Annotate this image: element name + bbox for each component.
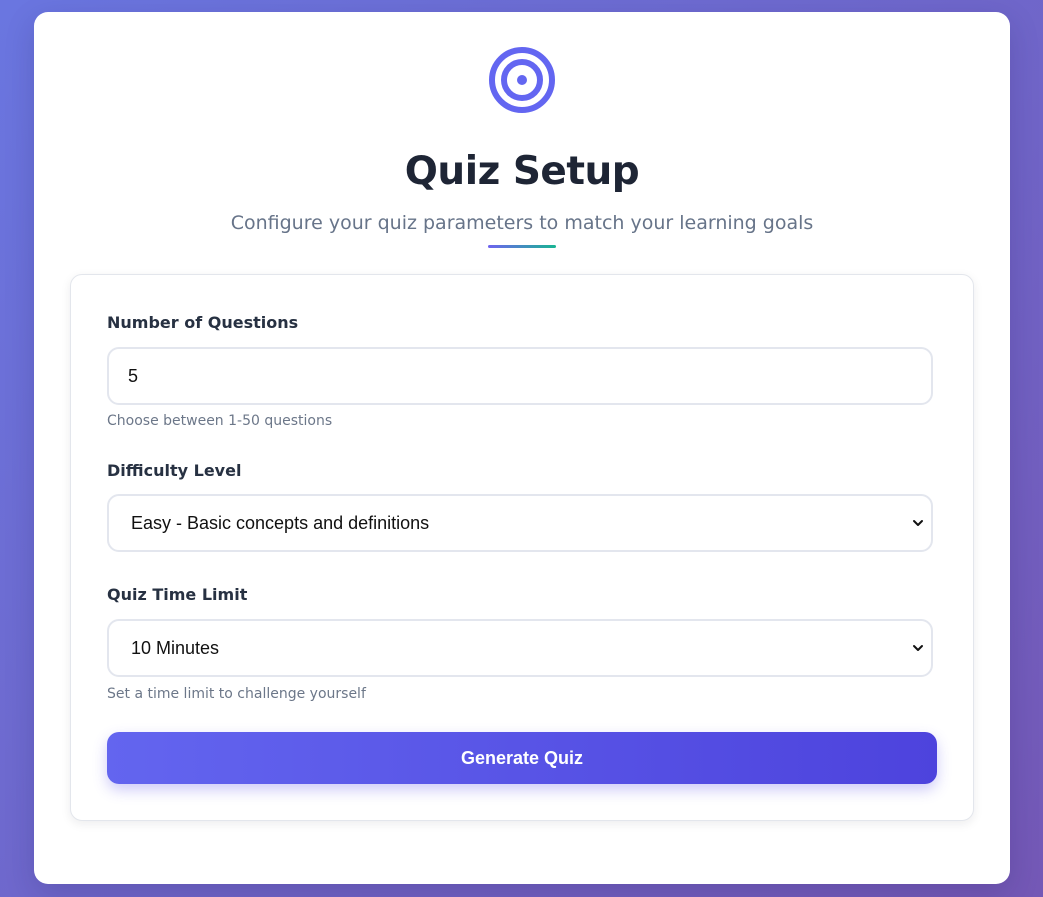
num-questions-value: 5: [128, 365, 139, 386]
target-icon: [489, 47, 555, 113]
difficulty-select[interactable]: Easy - Basic concepts and definitions: [107, 494, 933, 552]
title-underline: [488, 245, 556, 248]
quiz-setup-card: Quiz Setup Configure your quiz parameter…: [34, 12, 1010, 884]
quiz-form: Number of Questions 5 Choose between 1-5…: [70, 274, 974, 821]
page-title: Quiz Setup: [404, 149, 640, 194]
time-limit-selected-value: 10 Minutes: [131, 637, 220, 658]
chevron-down-icon: [913, 645, 923, 651]
generate-quiz-button[interactable]: Generate Quiz: [107, 732, 937, 784]
num-questions-label: Number of Questions: [107, 313, 299, 332]
chevron-down-icon: [913, 520, 923, 526]
time-limit-select[interactable]: 10 Minutes: [107, 619, 933, 677]
num-questions-input[interactable]: 5: [107, 347, 933, 405]
num-questions-hint: Choose between 1-50 questions: [107, 413, 333, 429]
time-limit-label: Quiz Time Limit: [107, 585, 248, 604]
time-limit-hint: Set a time limit to challenge yourself: [107, 686, 366, 702]
page-subtitle: Configure your quiz parameters to match …: [230, 212, 814, 234]
difficulty-label: Difficulty Level: [107, 461, 242, 480]
difficulty-selected-value: Easy - Basic concepts and definitions: [131, 512, 430, 533]
